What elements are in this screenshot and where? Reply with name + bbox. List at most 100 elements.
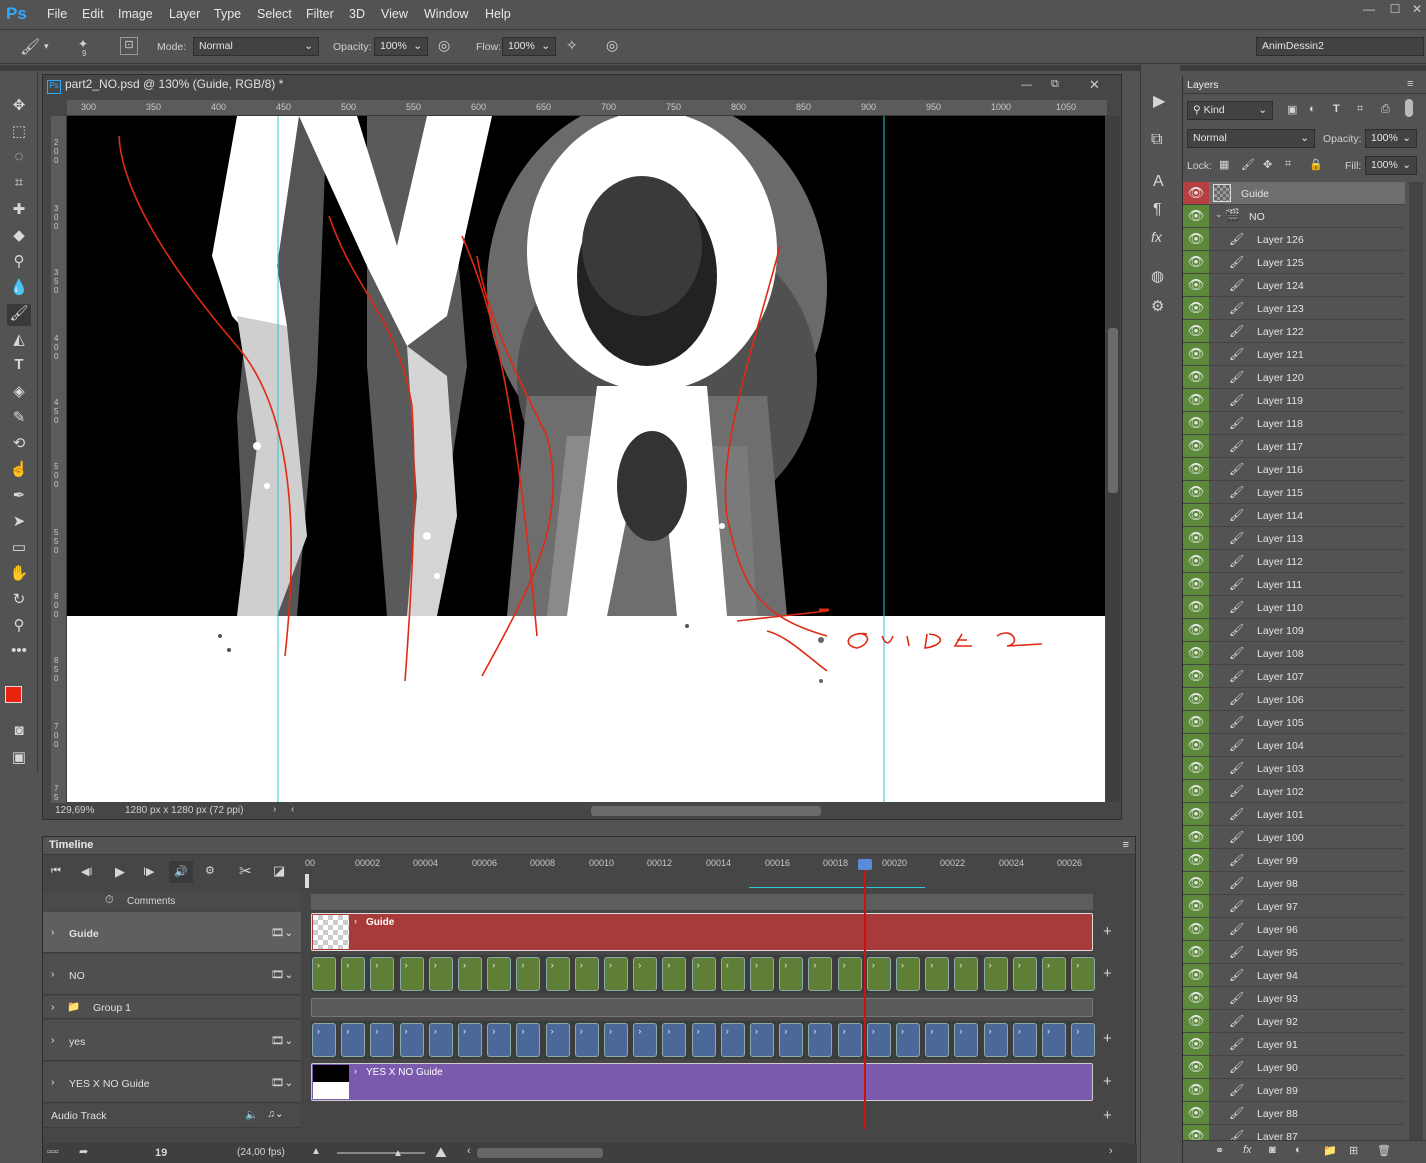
filmstrip-icon[interactable]: 🎞⌄ (271, 968, 293, 981)
hand-tool-icon[interactable]: ✋ (7, 564, 31, 586)
add-mask-icon[interactable]: ◙ (1269, 1144, 1276, 1156)
filter-pixel-icon[interactable]: ▣ (1287, 103, 1297, 116)
eye-icon[interactable]: 👁 (1183, 297, 1209, 319)
more-tools-icon[interactable]: ••• (7, 642, 31, 664)
menu-help[interactable]: Help (485, 7, 511, 21)
frame-cell[interactable]: › (983, 957, 1008, 991)
doc-minimize-icon[interactable]: — (1021, 79, 1032, 91)
menu-window[interactable]: Window (424, 7, 468, 21)
layer-row[interactable]: 👁 🖌 Layer 103 (1183, 757, 1405, 780)
marquee-tool-icon[interactable]: ⬚ (7, 122, 31, 144)
eye-icon[interactable]: 👁 (1183, 849, 1209, 871)
layer-row[interactable]: 👁 🖌 Layer 107 (1183, 665, 1405, 688)
delete-layer-icon[interactable]: 🗑 (1377, 1144, 1391, 1157)
work-area-start[interactable] (305, 874, 309, 888)
guide-clip[interactable]: › Guide (311, 913, 1093, 951)
filter-adjustment-icon[interactable]: ◐ (1309, 103, 1316, 115)
menu-select[interactable]: Select (257, 7, 292, 21)
frame-cell[interactable]: › (633, 957, 658, 991)
eye-icon[interactable]: 👁 (1183, 665, 1209, 687)
eye-icon[interactable]: 👁 (1183, 780, 1209, 802)
menu-image[interactable]: Image (118, 7, 153, 21)
adjustment-layer-icon[interactable]: ◐ (1295, 1144, 1302, 1156)
layer-row[interactable]: 👁 🖌 Layer 104 (1183, 734, 1405, 757)
eye-icon[interactable]: 👁 (1183, 228, 1209, 250)
frame-cell[interactable]: › (312, 1023, 336, 1057)
3d-icon[interactable]: ◍ (1151, 267, 1164, 285)
crop-tool-icon[interactable]: ⌗ (7, 174, 31, 196)
layer-row[interactable]: 👁 🖌 Layer 88 (1183, 1102, 1405, 1125)
eye-icon[interactable]: 👁 (1183, 1102, 1209, 1124)
close-icon[interactable]: ✕ (1406, 2, 1426, 18)
layer-row[interactable]: 👁 🖌 Layer 125 (1183, 251, 1405, 274)
timeline-scroll-thumb[interactable] (477, 1148, 603, 1158)
frame-cell[interactable]: › (1042, 1023, 1066, 1057)
chevron-down-icon[interactable]: ⌄ (1215, 209, 1223, 220)
layer-row[interactable]: 👁 🖌 Layer 109 (1183, 619, 1405, 642)
layer-row[interactable]: 👁 🖌 Layer 106 (1183, 688, 1405, 711)
yesno-clip[interactable]: › YES X NO Guide (311, 1063, 1093, 1101)
lock-position-icon[interactable]: ✥ (1263, 158, 1272, 171)
pen-tool-icon[interactable]: ✒ (7, 486, 31, 508)
yes-frames[interactable]: › › › › › › › › › › › › › › › › › › › › › › › › › › › (311, 1021, 1096, 1059)
eye-icon[interactable]: 👁 (1183, 1033, 1209, 1055)
frame-cell[interactable]: › (633, 1023, 658, 1057)
zoom-slider[interactable] (337, 1152, 425, 1154)
layer-row[interactable]: 👁 🖌 Layer 100 (1183, 826, 1405, 849)
eye-icon[interactable]: 👁 (1183, 596, 1209, 618)
frame-cell[interactable]: › (750, 1023, 774, 1057)
frame-cell[interactable]: › (779, 957, 804, 991)
brush-tool-icon[interactable]: 🖌 (20, 37, 40, 57)
track-group-1[interactable]: › 📁 Group 1 (43, 996, 301, 1019)
eye-icon[interactable]: 👁 (1183, 343, 1209, 365)
frame-cell[interactable]: › (720, 957, 745, 991)
eye-icon[interactable]: 👁 (1183, 1079, 1209, 1101)
layer-row[interactable]: 👁 🖌 Layer 110 (1183, 596, 1405, 619)
frame-cell[interactable]: › (370, 957, 395, 991)
zoom-in-icon[interactable]: ⛰ (435, 1144, 447, 1161)
menu-filter[interactable]: Filter (306, 7, 334, 21)
doc-close-icon[interactable]: ✕ (1089, 77, 1100, 93)
eye-icon[interactable]: 👁 (1183, 573, 1209, 595)
eye-icon[interactable]: 👁 (1183, 918, 1209, 940)
frame-cell[interactable]: › (574, 957, 599, 991)
layer-row[interactable]: 👁 🖌 Layer 93 (1183, 987, 1405, 1010)
play-icon[interactable]: ▶ (115, 864, 125, 880)
eye-icon[interactable]: 👁 (1183, 389, 1209, 411)
add-media-icon[interactable]: + (1103, 1073, 1112, 1090)
eye-icon[interactable]: 👁 (1183, 320, 1209, 342)
layer-row[interactable]: 👁 🖌 Layer 115 (1183, 481, 1405, 504)
expand-icon[interactable]: › (51, 968, 55, 980)
scroll-thumb[interactable] (1108, 328, 1118, 493)
paragraph-icon[interactable]: ¶ (1153, 201, 1162, 219)
frame-cell[interactable]: › (1071, 957, 1096, 991)
filmstrip-icon[interactable]: 🎞⌄ (271, 1034, 293, 1047)
layer-row[interactable]: 👁 🖌 Layer 92 (1183, 1010, 1405, 1033)
frame-cell[interactable]: › (312, 957, 336, 991)
prev-frame-icon[interactable]: ◀I (81, 865, 93, 878)
frame-cell[interactable]: › (487, 1023, 512, 1057)
frame-cell[interactable]: › (691, 957, 716, 991)
layer-row[interactable]: 👁 🖌 Layer 111 (1183, 573, 1405, 596)
audio-toggle-icon[interactable]: 🔊 (169, 861, 193, 883)
track-yes-x-no-guide[interactable]: › YES X NO Guide 🎞⌄ (43, 1062, 301, 1103)
chevron-left-icon[interactable]: ‹ (291, 804, 294, 815)
first-frame-icon[interactable]: ⏮ (51, 865, 61, 878)
frame-cell[interactable]: › (1012, 1023, 1037, 1057)
speaker-icon[interactable]: 🔈 (245, 1108, 258, 1121)
eraser-tool-icon[interactable]: ◭ (7, 330, 31, 352)
zoom-level[interactable]: 129,69% (55, 805, 94, 816)
clone-stamp-icon[interactable]: ⚲ (7, 252, 31, 274)
layer-row[interactable]: 👁 🖌 Layer 120 (1183, 366, 1405, 389)
track-yes[interactable]: › yes 🎞⌄ (43, 1020, 301, 1061)
eye-icon[interactable]: 👁 (1183, 205, 1209, 227)
expand-icon[interactable]: › (51, 926, 55, 938)
workspace-select[interactable]: AnimDessin2 (1256, 37, 1424, 56)
menu-3d[interactable]: 3D (349, 7, 365, 21)
eye-icon[interactable]: 👁 (1183, 941, 1209, 963)
frame-cell[interactable]: › (983, 1023, 1008, 1057)
frame-cell[interactable]: › (925, 957, 950, 991)
eye-icon[interactable]: 👁 (1183, 688, 1209, 710)
frame-cell[interactable]: › (428, 957, 453, 991)
no-frames[interactable]: › › › › › › › › › › › › › › › › › › › › › › › › › › › (311, 955, 1096, 993)
